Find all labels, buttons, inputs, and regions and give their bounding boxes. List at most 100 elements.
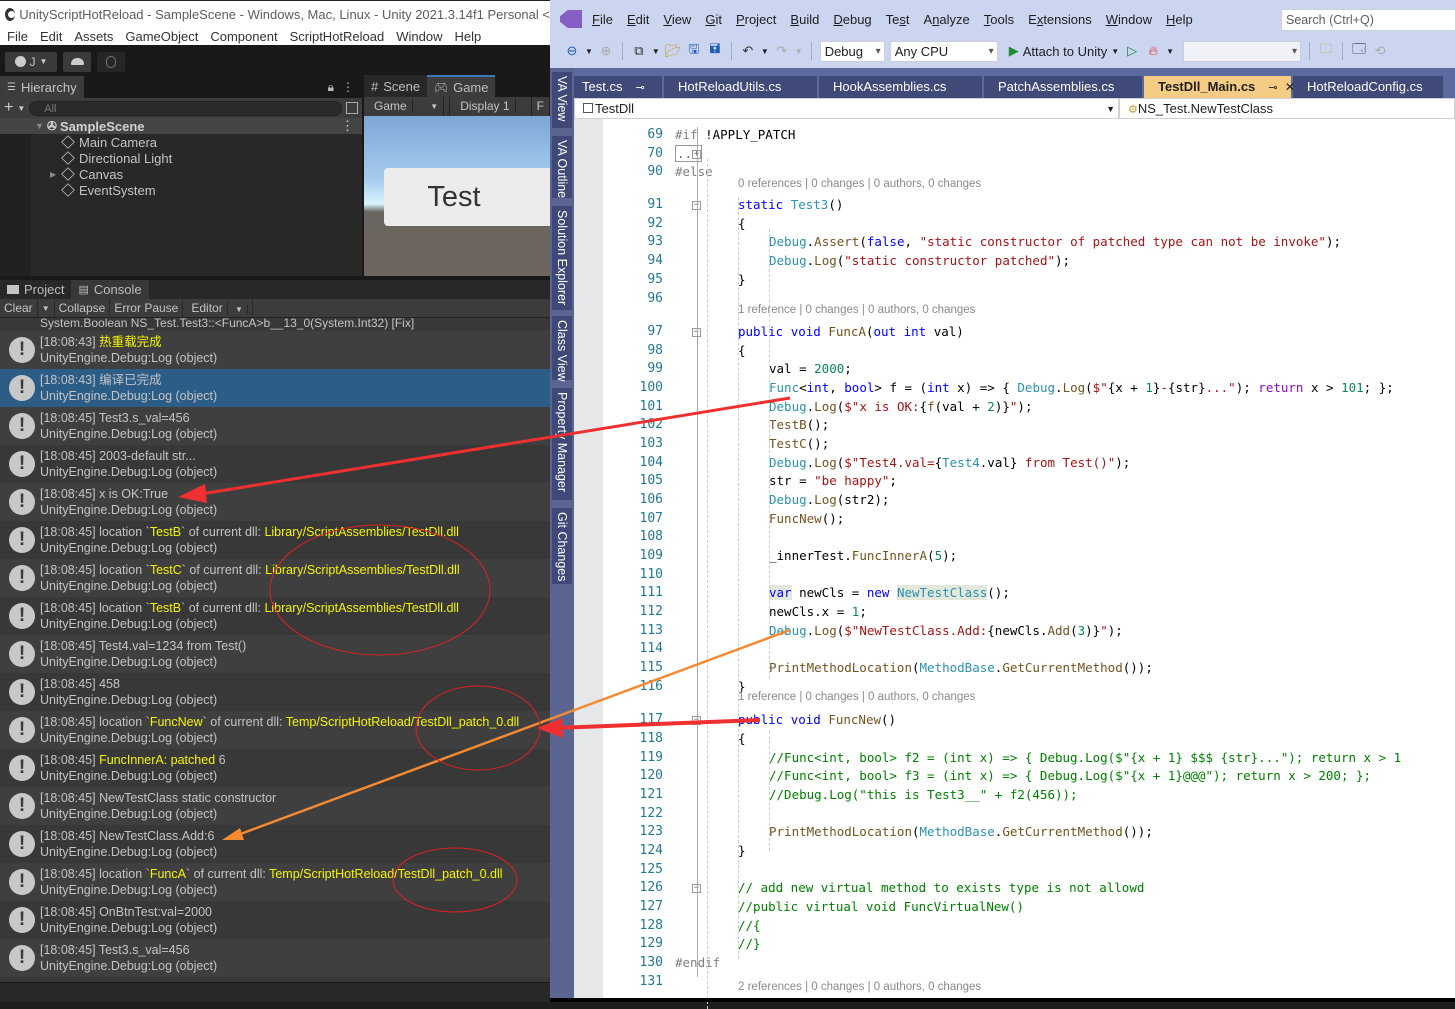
editor-dropdown[interactable]: Editor ▼ (183, 298, 253, 318)
side-tab-va-outline[interactable]: VA Outline (552, 136, 572, 198)
vs-search-input[interactable]: Search (Ctrl+Q) (1281, 9, 1455, 31)
code-line[interactable]: #if !APPLY_PATCH (675, 127, 795, 142)
maximize-icon[interactable] (346, 102, 358, 114)
navigate-back-icon[interactable]: ⊖ (564, 43, 580, 59)
clear-options-dropdown[interactable]: ▼ (38, 298, 55, 318)
hierarchy-search-input[interactable]: All (29, 100, 342, 116)
type-dropdown[interactable]: ⚙NS_Test.NewTestClass (1119, 98, 1455, 119)
codelens-info[interactable]: 0 references | 0 changes | 0 authors, 0 … (738, 178, 981, 190)
vs-menu-help[interactable]: Help (1166, 12, 1193, 27)
menu-component[interactable]: Component (210, 29, 277, 44)
navigate-forward-icon[interactable]: ⊕ (598, 43, 614, 59)
console-entry[interactable]: ! [18:08:45] NewTestClass.Add:6 UnityEngin… (0, 825, 550, 863)
console-entry[interactable]: ! [18:08:45] OnBtnTest:val=2000 UnityEngin… (0, 901, 550, 939)
code-line[interactable]: Debug.Log($"x is OK:{f(val + 2)}"); (769, 399, 1032, 414)
vs-menu-test[interactable]: Test (886, 12, 910, 27)
collapse-button[interactable]: Collapse (55, 298, 111, 318)
code-line[interactable]: Debug.Assert(false, "static constructor … (769, 234, 1341, 249)
code-line[interactable]: public void FuncNew() (738, 712, 896, 727)
vs-menu-edit[interactable]: Edit (627, 12, 649, 27)
hierarchy-scene-row[interactable]: ▼ ✇ SampleScene ⋮ (0, 118, 362, 134)
code-line[interactable]: { (738, 216, 746, 231)
pin-icon[interactable]: ⊸ (632, 82, 645, 94)
save-all-icon[interactable]: 🖬 (707, 41, 723, 59)
chevron-down-icon[interactable]: ▼ (17, 104, 25, 113)
tab-test-cs[interactable]: Test.cs ⊸ (574, 76, 662, 98)
code-line[interactable]: //public virtual void FuncVirtualNew() (738, 899, 1024, 914)
vs-menu-analyze[interactable]: Analyze (924, 12, 970, 27)
tab-hotreloadutils-cs[interactable]: HotReloadUtils.cs (664, 76, 817, 98)
console-partial-entry[interactable]: System.Boolean NS_Test.Test3::<FuncA>b__… (0, 318, 550, 331)
toolbar-overflow-icon[interactable]: ⟲ (1372, 43, 1388, 59)
console-entry[interactable]: ! [18:08:45] location `TestC` of current … (0, 559, 550, 597)
target-dropdown[interactable] (1183, 40, 1302, 62)
aspect-dropdown[interactable]: F (532, 97, 550, 116)
code-line[interactable]: str = "be happy"; (769, 473, 897, 488)
vs-menu-extensions[interactable]: Extensions (1028, 12, 1092, 27)
test-button[interactable]: Test (384, 168, 574, 226)
console-entry[interactable]: ! [18:08:45] location `FuncNew` of curren… (0, 711, 550, 749)
menu-file[interactable]: File (7, 29, 28, 44)
hierarchy-item[interactable]: EventSystem (0, 182, 362, 198)
code-line[interactable]: Debug.Log($"NewTestClass.Add:{newCls.Add… (769, 623, 1123, 638)
hot-reload-icon[interactable]: 🔥︎ (1145, 43, 1161, 59)
code-line[interactable]: PrintMethodLocation(MethodBase.GetCurren… (769, 660, 1153, 675)
project-dropdown[interactable]: TestDll ▼ (574, 98, 1119, 119)
code-line[interactable]: //} (738, 936, 761, 951)
codelens-info[interactable]: 2 references | 0 changes | 0 authors, 0 … (738, 981, 981, 993)
code-line[interactable]: Debug.Log(str2); (769, 492, 889, 507)
side-tab-va-view[interactable]: VA View (552, 72, 572, 128)
console-entry[interactable]: ! [18:08:45] location `TestB` of current … (0, 521, 550, 559)
open-file-icon[interactable]: 📂︎ (665, 43, 682, 59)
menu-scripthotreload[interactable]: ScriptHotReload (290, 29, 385, 44)
collab-button[interactable] (97, 51, 125, 72)
cloud-button[interactable] (63, 51, 91, 72)
tab-project[interactable]: Project (0, 280, 72, 299)
start-without-debugging-icon[interactable]: ▷ (1124, 43, 1140, 59)
code-line[interactable]: //Func<int, bool> f2 = (int x) => { Debu… (769, 750, 1401, 765)
code-line[interactable]: //Debug.Log("this is Test3__" + f2(456))… (769, 787, 1078, 802)
console-entry[interactable]: ! [18:08:45] Test3.s_val=456 UnityEngine.D… (0, 407, 550, 445)
tab-hookassemblies-cs[interactable]: HookAssemblies.cs (819, 76, 982, 98)
hierarchy-item[interactable]: ▶ Canvas (0, 166, 362, 182)
code-line[interactable]: // add new virtual method to exists type… (738, 880, 1144, 895)
console-entry[interactable]: ! [18:08:43] 热重载完成 UnityEngine.Debug:Log (… (0, 331, 550, 369)
code-line[interactable]: Debug.Log("static constructor patched"); (769, 253, 1070, 268)
vs-menu-git[interactable]: Git (705, 12, 722, 27)
undo-icon[interactable]: ↶ (740, 43, 756, 59)
code-line[interactable]: //{ (738, 918, 761, 933)
new-project-icon[interactable]: ⧉ (631, 43, 647, 59)
tab-hierarchy[interactable]: ☰ Hierarchy (0, 76, 84, 98)
tab-patchassemblies-cs[interactable]: PatchAssemblies.cs (984, 76, 1142, 98)
console-entry[interactable]: ! [18:08:45] NewTestClass static construc… (0, 787, 550, 825)
game-viewport[interactable]: Test (364, 116, 574, 276)
lock-icon[interactable]: 🔒︎ (328, 80, 334, 95)
game-view-dropdown[interactable]: Game ▼ (364, 97, 451, 116)
code-line[interactable]: { (738, 343, 746, 358)
menu-edit[interactable]: Edit (40, 29, 62, 44)
tab-game[interactable]: 🎮︎ Game (427, 75, 496, 97)
console-entry[interactable]: ! [18:08:43] 编译已完成 UnityEngine.Debug:Log (… (0, 369, 550, 407)
code-line[interactable]: var newCls = new NewTestClass(); (769, 585, 1010, 600)
vs-menu-tools[interactable]: Tools (984, 12, 1014, 27)
code-line[interactable]: TestC(); (769, 436, 829, 451)
console-entry[interactable]: ! [18:08:45] FuncInnerA: patched 6 UnityEn… (0, 749, 550, 787)
code-line[interactable]: static Test3() (738, 197, 843, 212)
console-entry[interactable]: ! [18:08:45] location `TestB` of current … (0, 597, 550, 635)
codelens-info[interactable]: 1 reference | 0 changes | 0 authors, 0 c… (738, 304, 975, 316)
hierarchy-item[interactable]: Directional Light (0, 150, 362, 166)
console-entry[interactable]: ! [18:08:45] 458 UnityEngine.Debug:Log (ob… (0, 673, 550, 711)
code-line[interactable]: { (738, 731, 746, 746)
save-icon[interactable]: 🖫 (686, 41, 702, 59)
redo-icon[interactable]: ↷ (774, 43, 790, 59)
platform-dropdown[interactable]: Any CPU (889, 40, 998, 62)
tab-hotreloadconfig-cs[interactable]: HotReloadConfig.cs (1293, 76, 1443, 98)
console-log-list[interactable]: System.Boolean NS_Test.Test3::<FuncA>b__… (0, 318, 550, 982)
console-entry[interactable]: ! [18:08:45] location `FuncA` of current … (0, 863, 550, 901)
configuration-dropdown[interactable]: Debug (819, 40, 885, 62)
code-line[interactable]: } (738, 272, 746, 287)
add-icon[interactable]: + (4, 100, 13, 116)
console-entry[interactable]: ! [18:08:45] x is OK:True UnityEngine.Debu… (0, 483, 550, 521)
code-line[interactable]: Func<int, bool> f = (int x) => { Debug.L… (769, 380, 1394, 395)
side-tab-class-view[interactable]: Class View (552, 316, 572, 382)
